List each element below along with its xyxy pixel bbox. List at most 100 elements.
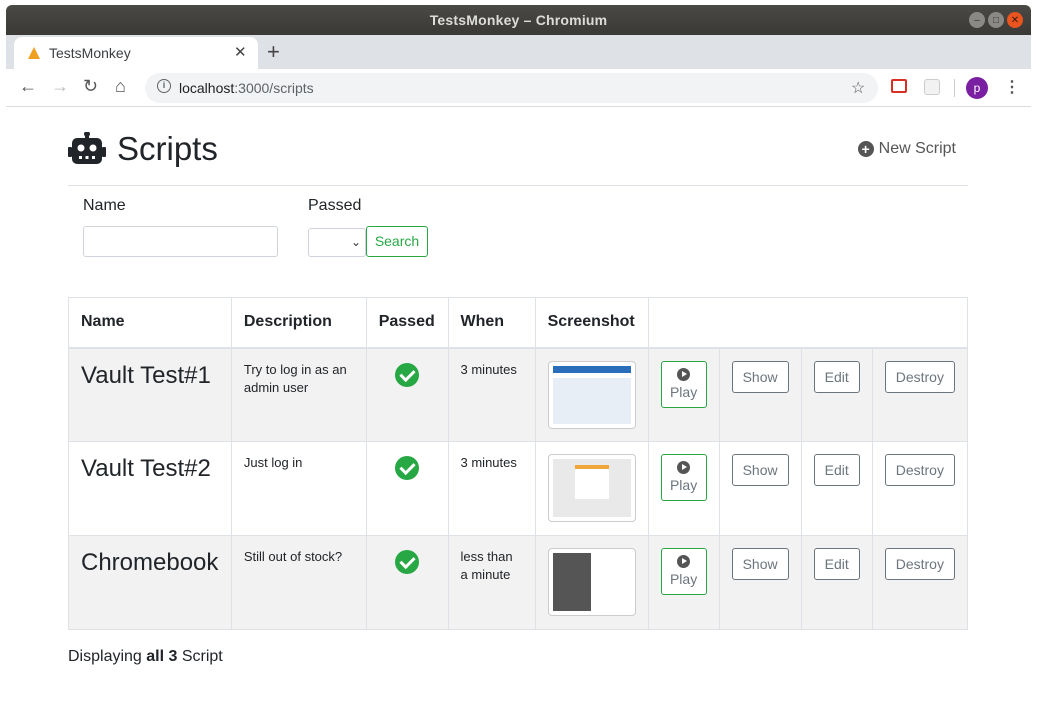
browser-tab[interactable]: TestsMonkey ✕ (14, 37, 258, 69)
column-header-description: Description (230, 297, 367, 349)
summary-count: all 3 (146, 648, 178, 665)
scripts-table: Name Description Passed When Screenshot … (68, 297, 969, 630)
edit-cell: Edit (800, 347, 873, 442)
column-header-actions (647, 297, 969, 349)
script-when: 3 minutes (447, 441, 536, 536)
filter-form: Name Passed ⌄ Search (68, 186, 968, 296)
script-description: Still out of stock? (230, 535, 367, 630)
address-bar[interactable]: i localhost:3000/scripts ☆ (145, 73, 878, 103)
show-button[interactable]: Show (731, 360, 789, 393)
name-filter-label: Name (83, 197, 126, 214)
play-cell: Play (647, 535, 720, 630)
play-circle-icon (677, 367, 691, 381)
destroy-cell: Destroy (871, 535, 969, 630)
plus-circle-icon: + (857, 141, 874, 157)
reader-extension-icon[interactable] (891, 79, 907, 93)
destroy-button[interactable]: Destroy (884, 548, 955, 580)
site-info-icon[interactable]: i (157, 79, 171, 93)
play-cell: Play (647, 441, 720, 536)
screenshot-thumbnail[interactable] (547, 454, 636, 522)
profile-avatar[interactable]: p (966, 77, 988, 99)
passed-cell (365, 347, 449, 442)
favicon-icon (28, 47, 40, 59)
play-button[interactable]: Play (660, 360, 707, 408)
name-filter-input[interactable] (83, 226, 278, 257)
play-button[interactable]: Play (660, 548, 707, 595)
play-circle-icon (677, 555, 691, 568)
screenshot-cell (534, 347, 649, 442)
play-cell: Play (647, 347, 720, 442)
column-header-passed: Passed (365, 297, 449, 349)
back-arrow-icon[interactable]: ← (19, 76, 37, 97)
check-circle-icon (395, 362, 420, 387)
destroy-button[interactable]: Destroy (884, 454, 955, 486)
browser-toolbar: ← → ↻ ⌂ i localhost:3000/scripts ☆ p ⋮ (6, 69, 1031, 107)
window-titlebar: TestsMonkey – Chromium – □ ✕ (6, 5, 1031, 35)
summary-suffix: Script (177, 648, 223, 665)
table-row: Chromebook Still out of stock? less than… (68, 535, 969, 630)
window-title: TestsMonkey – Chromium (429, 12, 608, 28)
show-button[interactable]: Show (731, 454, 789, 486)
screenshot-cell (534, 535, 649, 630)
summary-prefix: Displaying (68, 648, 147, 665)
bookmark-star-icon[interactable]: ☆ (851, 78, 865, 98)
search-button[interactable]: Search (366, 226, 428, 257)
destroy-button[interactable]: Destroy (884, 360, 955, 393)
script-name: Vault Test#1 (68, 347, 232, 442)
edit-button[interactable]: Edit (813, 548, 860, 580)
play-circle-icon (677, 461, 691, 474)
check-circle-icon (395, 550, 420, 574)
script-name: Vault Test#2 (68, 441, 232, 536)
screenshot-thumbnail[interactable] (547, 548, 636, 616)
maximize-button[interactable]: □ (988, 12, 1004, 28)
script-when: less than a minute (447, 535, 536, 630)
script-name: Chromebook (68, 535, 232, 630)
extension-icon[interactable] (924, 79, 940, 95)
play-label: Play (669, 383, 698, 400)
script-description: Just log in (230, 441, 367, 536)
url-host: localhost (179, 80, 235, 96)
play-button[interactable]: Play (660, 454, 707, 501)
destroy-cell: Destroy (871, 347, 969, 442)
forward-arrow-icon[interactable]: → (51, 76, 69, 97)
check-circle-icon (395, 456, 420, 480)
edit-cell: Edit (800, 441, 873, 536)
column-header-when: When (447, 297, 536, 349)
table-row: Vault Test#1 Try to log in as an admin u… (68, 347, 969, 442)
script-description: Try to log in as an admin user (230, 347, 367, 442)
column-header-screenshot: Screenshot (534, 297, 649, 349)
page-content: Scripts + New Script Name Passed ⌄ Searc… (68, 108, 969, 665)
new-tab-button[interactable]: + (267, 39, 280, 65)
passed-cell (365, 441, 449, 536)
pagination-summary: Displaying all 3 Script (68, 648, 223, 666)
chevron-down-icon: ⌄ (350, 235, 361, 249)
new-script-label: New Script (878, 140, 956, 157)
url-path: :3000/scripts (234, 80, 314, 96)
play-label: Play (669, 477, 698, 493)
page-header: Scripts + New Script (68, 108, 968, 186)
url-text: localhost:3000/scripts (179, 80, 314, 96)
screenshot-thumbnail[interactable] (547, 360, 636, 429)
script-when: 3 minutes (447, 347, 536, 442)
home-icon[interactable]: ⌂ (115, 76, 126, 97)
robot-icon (68, 132, 106, 164)
minimize-button[interactable]: – (969, 12, 985, 28)
edit-button[interactable]: Edit (813, 454, 860, 486)
new-script-link[interactable]: + New Script (857, 140, 956, 158)
reload-icon[interactable]: ↻ (83, 76, 98, 97)
play-label: Play (669, 571, 698, 587)
edit-button[interactable]: Edit (813, 360, 860, 393)
destroy-cell: Destroy (871, 441, 969, 536)
show-cell: Show (718, 535, 802, 630)
column-header-name: Name (68, 297, 232, 349)
show-cell: Show (718, 441, 802, 536)
page-title: Scripts (117, 130, 218, 167)
toolbar-divider (954, 79, 955, 97)
passed-filter-select[interactable]: ⌄ (308, 228, 366, 257)
tab-close-icon[interactable]: ✕ (234, 43, 247, 61)
passed-filter-label: Passed (308, 197, 362, 214)
menu-kebab-icon[interactable]: ⋮ (1004, 77, 1020, 97)
show-button[interactable]: Show (731, 548, 789, 580)
close-window-button[interactable]: ✕ (1007, 12, 1023, 28)
tab-title: TestsMonkey (49, 45, 131, 61)
